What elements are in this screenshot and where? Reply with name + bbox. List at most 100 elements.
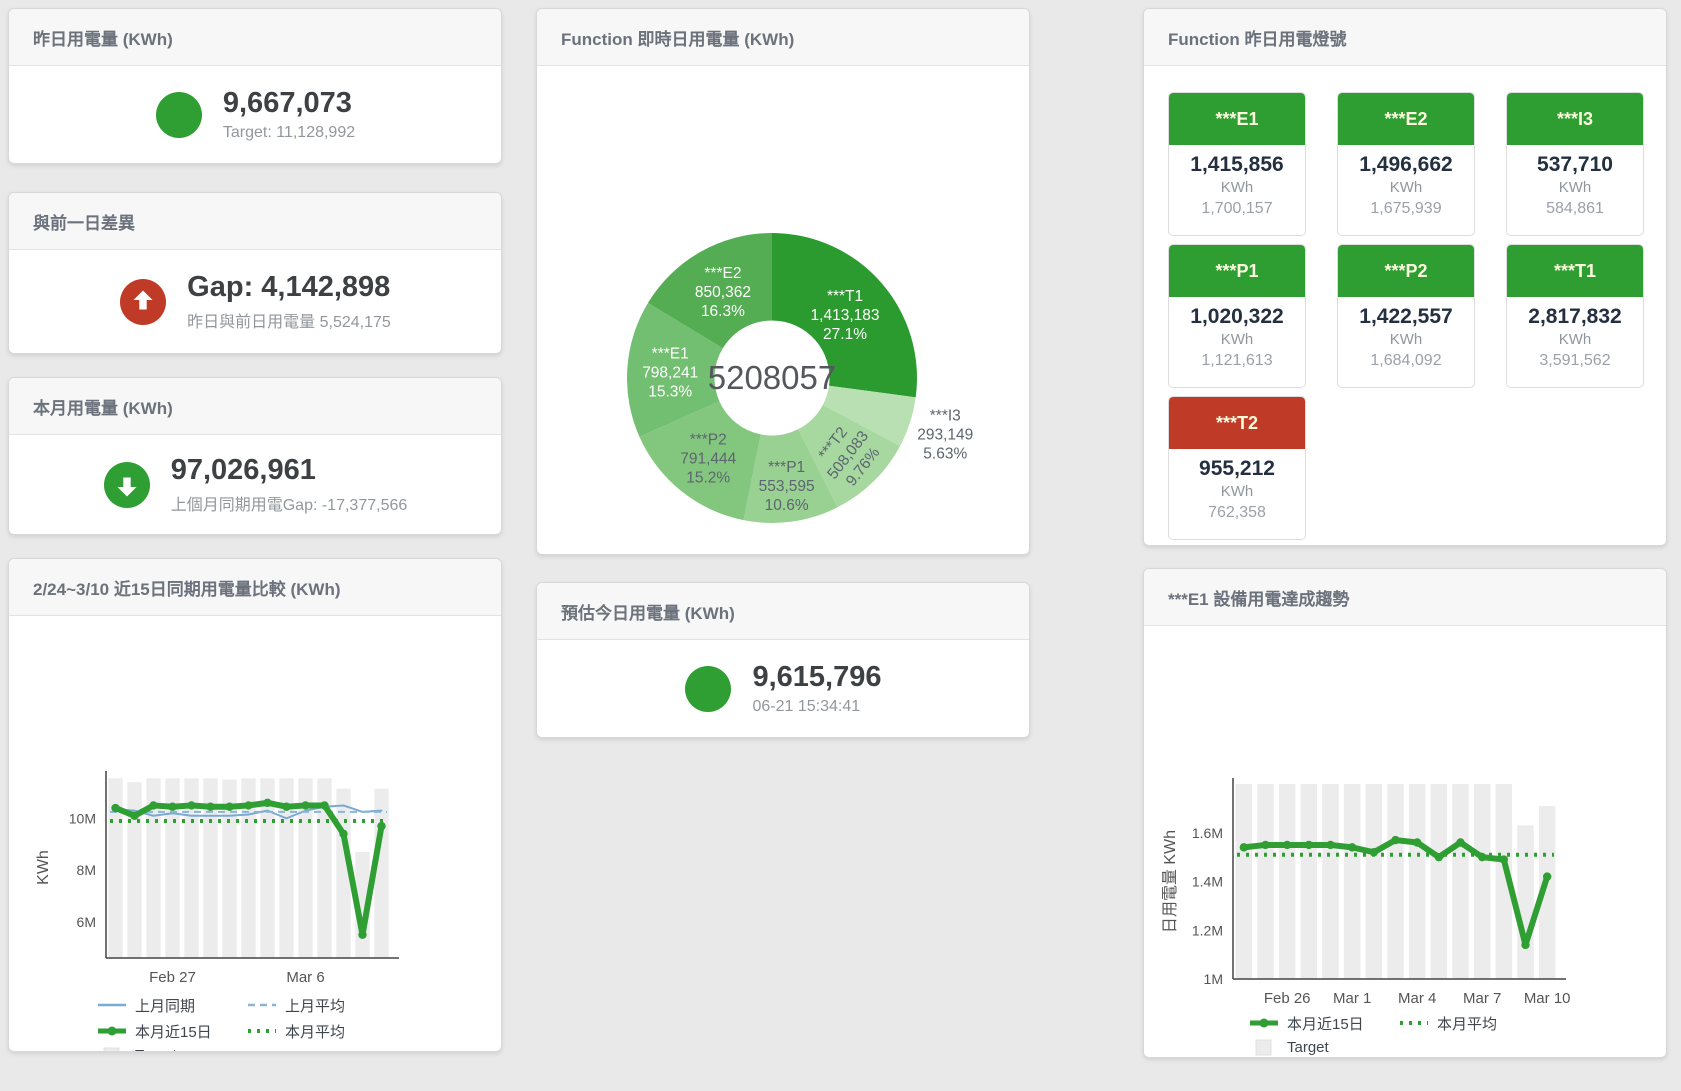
y-axis-label: 日用電量 KWh <box>1162 830 1179 933</box>
tile-name: ***T2 <box>1169 397 1305 449</box>
light-tile-I3[interactable]: ***I3537,710KWh584,861 <box>1506 92 1644 236</box>
target-bar <box>1257 784 1273 979</box>
series-point <box>1348 843 1356 851</box>
series-point <box>358 931 366 939</box>
light-tile-P1[interactable]: ***P11,020,322KWh1,121,613 <box>1168 244 1306 388</box>
target-bar <box>1322 784 1338 979</box>
card-yesterday-title: 昨日用電量 (KWh) <box>33 30 173 49</box>
series-point <box>320 801 328 809</box>
series-point <box>1413 838 1421 846</box>
donut-center-total: 5208057 <box>708 359 836 396</box>
tile-unit: KWh <box>1511 178 1639 198</box>
legend-item[interactable]: Target <box>97 1047 247 1052</box>
legend-swatch-line <box>97 1023 127 1040</box>
tile-value: 1,496,662 <box>1342 151 1470 178</box>
legend-row: 本月近15日本月平均 <box>1249 1013 1666 1034</box>
card-diff-body: Gap: 4,142,898 昨日與前日用電量 5,524,175 <box>9 250 501 353</box>
tile-target: 1,121,613 <box>1173 350 1301 372</box>
series-point <box>1521 941 1529 949</box>
legend-item[interactable]: Target <box>1249 1039 1399 1056</box>
legend-label: 本月平均 <box>285 1021 345 1042</box>
donut-label: ***I3293,1495.63% <box>917 408 973 463</box>
legend-swatch-bar <box>1249 1039 1279 1056</box>
legend-label: 上月同期 <box>135 995 195 1016</box>
arrow-up-circle-icon <box>119 278 167 326</box>
card-donut-header: Function 即時日用電量 (KWh) <box>537 9 1029 66</box>
tile-body: 537,710KWh584,861 <box>1507 145 1643 219</box>
series-point <box>206 803 214 811</box>
y-tick: 1.4M <box>1192 874 1223 890</box>
compare-chart: 6M8M10MKWhFeb 27Mar 6 <box>9 616 502 988</box>
yesterday-target: Target: 11,128,992 <box>223 124 355 142</box>
card-month-header: 本月用電量 (KWh) <box>9 378 501 435</box>
x-tick: Mar 4 <box>1398 990 1436 1006</box>
diff-gap-value: Gap: 4,142,898 <box>187 271 391 304</box>
tile-name: ***E2 <box>1338 93 1474 145</box>
series-point <box>244 801 252 809</box>
card-e1-trend: ***E1 設備用電達成趨勢 1M1.2M1.4M1.6M日用電量 KWhFeb… <box>1143 568 1667 1058</box>
card-realtime-donut: Function 即時日用電量 (KWh) ***T11,413,18327.1… <box>536 8 1030 555</box>
target-bar <box>1452 784 1468 979</box>
series-point <box>1391 836 1399 844</box>
card-diff-header: 與前一日差異 <box>9 193 501 250</box>
series-point <box>225 803 233 811</box>
light-tile-P2[interactable]: ***P21,422,557KWh1,684,092 <box>1337 244 1475 388</box>
card-estimate-header: 預估今日用電量 (KWh) <box>537 583 1029 640</box>
legend-row: 上月同期 上月平均 <box>97 995 501 1016</box>
card-compare-header: 2/24~3/10 近15日同期用電量比較 (KWh) <box>9 559 501 616</box>
target-bar <box>127 782 141 958</box>
legend-swatch-bar <box>97 1047 127 1052</box>
legend-row: Target <box>1249 1039 1666 1056</box>
trend-chart: 1M1.2M1.4M1.6M日用電量 KWhFeb 26Mar 1Mar 4Ma… <box>1144 626 1667 1006</box>
legend-item[interactable]: 上月同期 <box>97 995 247 1016</box>
light-tile-T1[interactable]: ***T12,817,832KWh3,591,562 <box>1506 244 1644 388</box>
series-point <box>168 803 176 811</box>
series-point <box>301 801 309 809</box>
x-tick: Mar 10 <box>1524 990 1571 1006</box>
y-tick: 1.6M <box>1192 825 1223 841</box>
legend-swatch-line <box>97 997 127 1014</box>
card-compare-chart: 2/24~3/10 近15日同期用電量比較 (KWh) 6M8M10MKWhFe… <box>8 558 502 1052</box>
y-tick: 1.2M <box>1192 922 1223 938</box>
legend-item[interactable]: 本月近15日 <box>1249 1013 1399 1034</box>
trend-legend: 本月近15日本月平均Target <box>1249 1013 1666 1056</box>
x-tick: Mar 6 <box>286 969 324 986</box>
diff-subtext: 昨日與前日用電量 5,524,175 <box>187 308 391 332</box>
light-tile-E2[interactable]: ***E21,496,662KWh1,675,939 <box>1337 92 1475 236</box>
card-yesterday-header: 昨日用電量 (KWh) <box>9 9 501 66</box>
arrow-down-circle-icon <box>103 461 151 509</box>
target-bar <box>1344 784 1360 979</box>
target-bar <box>374 789 388 958</box>
card-estimate-title: 預估今日用電量 (KWh) <box>561 604 735 623</box>
target-bar <box>1366 784 1382 979</box>
series-point <box>1326 841 1334 849</box>
tile-value: 1,422,557 <box>1342 303 1470 330</box>
tile-target: 1,684,092 <box>1342 350 1470 372</box>
legend-item[interactable]: 本月平均 <box>247 1021 397 1042</box>
tile-target: 1,700,157 <box>1173 198 1301 220</box>
legend-item[interactable]: 本月近15日 <box>97 1021 247 1042</box>
legend-label: 上月平均 <box>285 995 345 1016</box>
series-point <box>1305 841 1313 849</box>
tile-target: 584,861 <box>1511 198 1639 220</box>
tile-name: ***E1 <box>1169 93 1305 145</box>
series-point <box>1261 841 1269 849</box>
target-bar <box>1387 784 1403 979</box>
x-tick: Mar 7 <box>1463 990 1501 1006</box>
target-bar <box>1409 784 1425 979</box>
tile-unit: KWh <box>1173 482 1301 502</box>
tile-unit: KWh <box>1173 178 1301 198</box>
tile-name: ***I3 <box>1507 93 1643 145</box>
light-tile-E1[interactable]: ***E11,415,856KWh1,700,157 <box>1168 92 1306 236</box>
card-yesterday-body: 9,667,073 Target: 11,128,992 <box>9 66 501 163</box>
light-tile-T2[interactable]: ***T2955,212KWh762,358 <box>1168 396 1306 540</box>
tile-value: 537,710 <box>1511 151 1639 178</box>
x-tick: Feb 26 <box>1264 990 1311 1006</box>
legend-swatch-line <box>1399 1015 1429 1032</box>
legend-item[interactable]: 上月平均 <box>247 995 397 1016</box>
target-bar <box>1236 784 1252 979</box>
series-point <box>339 830 347 838</box>
legend-swatch-line <box>247 1023 277 1040</box>
legend-item[interactable]: 本月平均 <box>1399 1013 1549 1034</box>
series-point <box>1456 838 1464 846</box>
